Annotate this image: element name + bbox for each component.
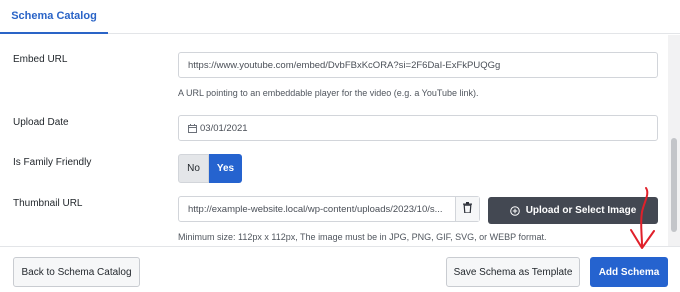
remove-thumbnail-button[interactable] xyxy=(455,197,479,221)
embed-url-help: A URL pointing to an embeddable player f… xyxy=(178,88,479,98)
calendar-icon xyxy=(188,123,197,133)
upload-or-select-image-button[interactable]: Upload or Select Image xyxy=(488,197,658,224)
upload-date-label: Upload Date xyxy=(13,117,69,128)
trash-icon xyxy=(463,200,472,218)
footer-bar: Back to Schema Catalog Save Schema as Te… xyxy=(0,246,680,292)
embed-url-field[interactable]: https://www.youtube.com/embed/DvbFBxKcOR… xyxy=(178,52,658,78)
upload-date-field[interactable]: 03/01/2021 xyxy=(178,115,658,141)
embed-url-label: Embed URL xyxy=(13,54,68,65)
thumbnail-url-label: Thumbnail URL xyxy=(13,198,83,209)
tab-bar: Schema Catalog xyxy=(0,0,680,34)
family-friendly-yes-button[interactable]: Yes xyxy=(209,154,242,183)
back-to-schema-catalog-button[interactable]: Back to Schema Catalog xyxy=(13,257,140,287)
upload-date-value: 03/01/2021 xyxy=(200,122,248,134)
family-friendly-no-button[interactable]: No xyxy=(178,154,209,183)
plus-circle-icon xyxy=(509,205,520,216)
thumbnail-url-field[interactable]: http://example-website.local/wp-content/… xyxy=(178,196,480,222)
scrollbar-thumb[interactable] xyxy=(671,138,677,232)
add-schema-button[interactable]: Add Schema xyxy=(590,257,668,287)
tab-schema-catalog[interactable]: Schema Catalog xyxy=(0,0,108,34)
save-schema-as-template-button[interactable]: Save Schema as Template xyxy=(446,257,580,287)
thumbnail-url-value: http://example-website.local/wp-content/… xyxy=(188,203,443,215)
thumbnail-url-help: Minimum size: 112px x 112px, The image m… xyxy=(178,232,547,242)
upload-button-label: Upload or Select Image xyxy=(525,205,637,216)
embed-url-value: https://www.youtube.com/embed/DvbFBxKcOR… xyxy=(188,59,501,71)
family-friendly-label: Is Family Friendly xyxy=(13,157,92,168)
